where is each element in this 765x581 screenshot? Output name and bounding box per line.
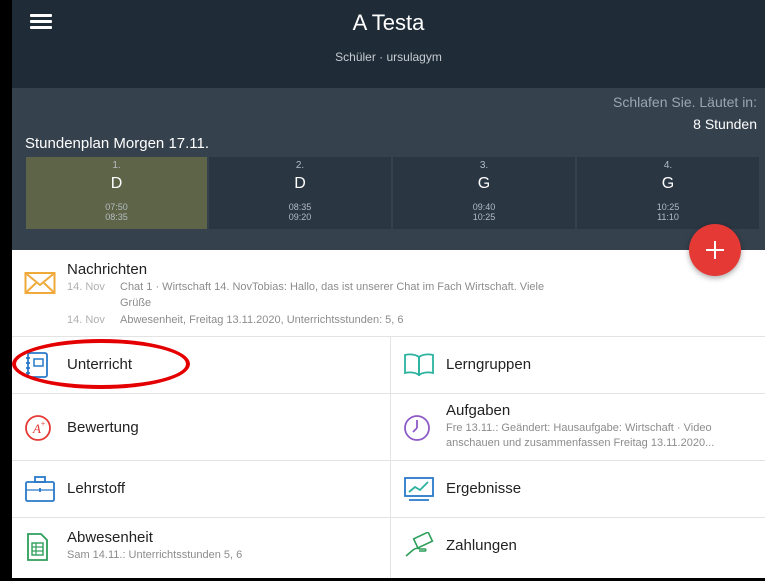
period-3[interactable]: 3. G 09:40 10:25	[393, 157, 575, 229]
period-number: 3.	[479, 160, 489, 171]
tile-label: Ergebnisse	[446, 480, 522, 497]
tile-label: Lerngruppen	[446, 356, 532, 373]
app-subtitle: Schüler · ursulagym	[335, 50, 442, 64]
message-text-continued: Grüße	[120, 297, 152, 309]
tile-label: Unterricht	[67, 356, 133, 373]
bell-status-text: Schlafen Sie. Läutet in:	[613, 94, 757, 110]
tile-zahlungen[interactable]: Zahlungen	[391, 518, 765, 578]
app-bar: A Testa Schüler · ursulagym	[12, 0, 765, 88]
tile-row: A + Bewertung Aufgaben Fre 13.11.: Geänd…	[12, 394, 765, 461]
message-item[interactable]: 14. Nov Abwesenheit, Freitag 13.11.2020, …	[67, 314, 404, 326]
period-number: 2.	[295, 160, 305, 171]
chart-monitor-icon	[403, 475, 435, 508]
tile-subtext: Fre 13.11.: Geändert: Hausaufgabe: Wirts…	[446, 422, 712, 434]
tile-aufgaben[interactable]: Aufgaben Fre 13.11.: Geändert: Hausaufga…	[391, 394, 765, 460]
period-start: 09:40	[472, 202, 496, 212]
briefcase-icon	[24, 475, 56, 508]
tile-row: Lehrstoff Ergebnisse	[12, 461, 765, 518]
period-subject: G	[661, 175, 675, 192]
message-date: 14. Nov	[67, 281, 105, 293]
period-end: 11:10	[657, 212, 679, 222]
messages-tile[interactable]: Nachrichten 14. Nov Chat 1 · Wirtschaft 1…	[12, 250, 765, 337]
document-list-icon	[24, 532, 50, 567]
tile-ergebnisse[interactable]: Ergebnisse	[391, 461, 765, 517]
tile-label: Zahlungen	[446, 537, 517, 554]
period-end: 10:25	[472, 212, 496, 222]
tile-row: Abwesenheit Sam 14.11.: Unterrichtsstund…	[12, 518, 765, 578]
money-hand-icon	[403, 531, 435, 565]
message-date: 14. Nov	[67, 314, 105, 326]
bell-countdown: 8 Stunden	[693, 116, 757, 132]
notebook-icon	[24, 351, 50, 384]
message-item[interactable]: 14. Nov Chat 1 · Wirtschaft 14. NovTobias…	[67, 281, 544, 293]
timetable-title: Stundenplan Morgen 17.11.	[25, 135, 210, 152]
clock-icon	[403, 414, 431, 447]
envelope-icon	[24, 270, 56, 301]
period-1[interactable]: 1. D 07:50 08:35	[26, 157, 207, 229]
tile-subtext: Sam 14.11.: Unterrichtsstunden 5, 6	[67, 549, 243, 561]
tile-label: Aufgaben	[446, 402, 511, 419]
app-title: A Testa	[352, 10, 425, 35]
period-subject: G	[477, 175, 491, 192]
tile-row: Unterricht Lerngruppen	[12, 337, 765, 394]
message-text: Abwesenheit, Freitag 13.11.2020, Unterri…	[120, 314, 404, 326]
period-end: 09:20	[288, 212, 312, 222]
period-subject: D	[294, 175, 306, 192]
tile-subtext: anschauen und zusammenfassen Freitag 13.…	[446, 437, 715, 449]
period-subject: D	[110, 175, 123, 192]
period-number: 4.	[663, 160, 673, 171]
period-2[interactable]: 2. D 08:35 09:20	[209, 157, 391, 229]
add-fab-button[interactable]	[689, 224, 741, 276]
tile-lehrstoff[interactable]: Lehrstoff	[12, 461, 391, 517]
app-screen: A Testa Schüler · ursulagym Schlafen Sie…	[12, 0, 765, 581]
messages-title: Nachrichten	[67, 261, 148, 278]
period-end: 08:35	[105, 212, 128, 222]
period-start: 10:25	[656, 202, 680, 212]
period-start: 08:35	[288, 202, 312, 212]
tile-bewertung[interactable]: A + Bewertung	[12, 394, 391, 460]
timetable-periods: 1. D 07:50 08:35 2. D 08:35 09:20 3. G 0…	[26, 157, 759, 229]
period-number: 1.	[112, 160, 121, 171]
tile-lerngruppen[interactable]: Lerngruppen	[391, 337, 765, 393]
svg-text:A: A	[32, 421, 41, 436]
timetable-section: Schlafen Sie. Läutet in: 8 Stunden Stund…	[12, 88, 765, 250]
tile-label: Abwesenheit	[67, 529, 153, 546]
tile-unterricht[interactable]: Unterricht	[12, 337, 391, 393]
svg-text:+: +	[41, 421, 45, 428]
period-start: 07:50	[105, 202, 128, 212]
tile-label: Lehrstoff	[67, 480, 126, 497]
open-book-icon	[403, 352, 435, 381]
tile-abwesenheit[interactable]: Abwesenheit Sam 14.11.: Unterrichtsstund…	[12, 518, 391, 578]
tile-label: Bewertung	[67, 419, 139, 436]
message-text: Chat 1 · Wirtschaft 14. NovTobias: Hallo…	[120, 281, 545, 293]
period-4[interactable]: 4. G 10:25 11:10	[577, 157, 759, 229]
grade-badge-icon: A +	[24, 414, 52, 447]
